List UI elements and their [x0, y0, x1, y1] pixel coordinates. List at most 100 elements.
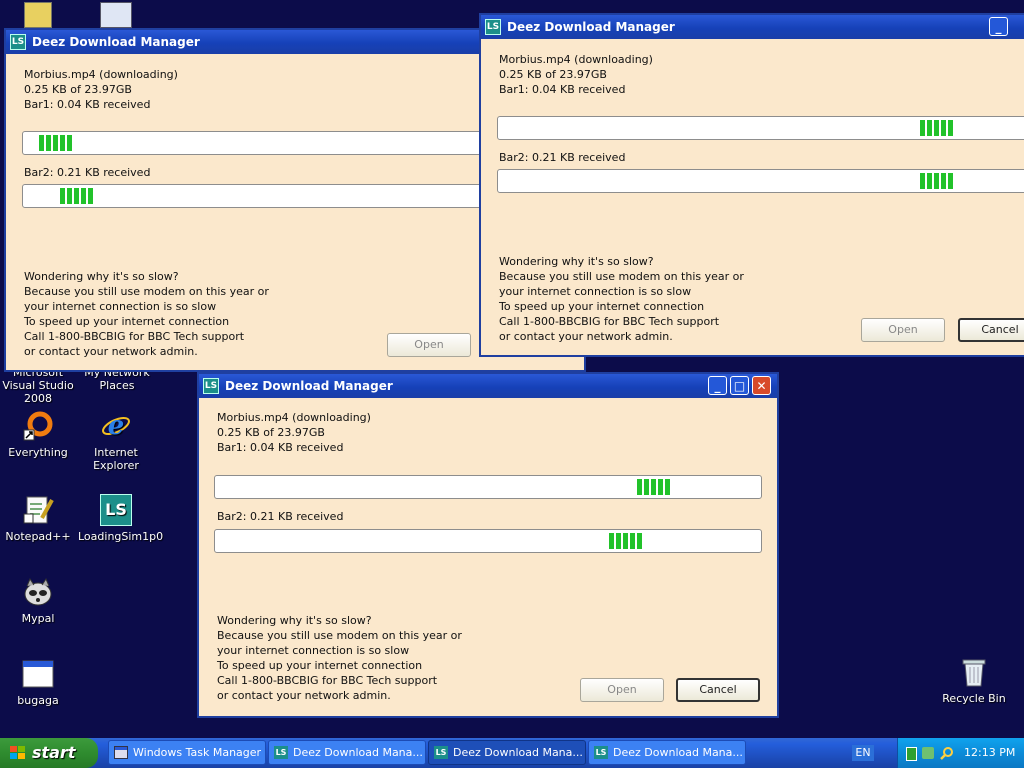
application-window-icon — [22, 658, 54, 690]
svg-text:e: e — [108, 411, 125, 441]
windows-logo-icon — [10, 746, 25, 759]
message-line: Call 1-800-BBCBIG for BBC Tech support — [499, 315, 720, 328]
message-line: or contact your network admin. — [24, 345, 198, 358]
cancel-button[interactable]: Cancel — [958, 318, 1024, 342]
message-line: Because you still use modem on this year… — [24, 285, 269, 298]
icon-label: LoadingSim1p0 — [78, 530, 164, 543]
window-content: Morbius.mp4 (downloading) 0.25 KB of 23.… — [199, 398, 777, 716]
icon-label: bugaga — [17, 694, 59, 707]
open-button[interactable]: Open — [387, 333, 471, 357]
bar1-label: Bar1: 0.04 KB received — [217, 441, 344, 454]
progress-chunk — [39, 135, 73, 151]
message-line: Wondering why it's so slow? — [24, 270, 179, 283]
window-title: Deez Download Manager — [507, 20, 675, 34]
language-indicator[interactable]: EN — [852, 745, 874, 761]
app-icon: LS — [203, 378, 219, 394]
bar1-label: Bar1: 0.04 KB received — [499, 83, 626, 96]
start-button[interactable]: start — [0, 738, 98, 768]
size-status: 0.25 KB of 23.97GB — [24, 83, 132, 96]
open-button[interactable]: Open — [861, 318, 945, 342]
desktop-icon-bugaga[interactable]: bugaga — [0, 658, 76, 707]
progress-chunk — [637, 479, 671, 495]
size-status: 0.25 KB of 23.97GB — [217, 426, 325, 439]
search-icon[interactable] — [940, 746, 954, 760]
window-title: Deez Download Manager — [32, 35, 200, 49]
maximize-button[interactable]: □ — [730, 376, 749, 395]
icon-label: Everything — [8, 446, 68, 459]
task-label: Windows Task Manager — [133, 746, 262, 759]
title-bar[interactable]: LS Deez Download Manager _ □ ✕ — [199, 374, 777, 398]
tray-status-icon[interactable] — [906, 747, 917, 761]
progress-bar-2 — [214, 529, 762, 553]
taskbar-item-task-manager[interactable]: Windows Task Manager — [108, 740, 266, 765]
progress-chunk — [60, 188, 94, 204]
desktop-icon-internet-explorer[interactable]: e Internet Explorer — [78, 410, 154, 472]
everything-icon — [22, 410, 54, 442]
file-status: Morbius.mp4 (downloading) — [217, 411, 371, 424]
message-line: To speed up your internet connection — [24, 315, 230, 328]
task-label: Deez Download Mana... — [613, 746, 743, 759]
message-line: Wondering why it's so slow? — [217, 614, 372, 627]
progress-chunk — [920, 120, 954, 136]
tray-network-icon[interactable] — [922, 747, 934, 759]
message-line: or contact your network admin. — [217, 689, 391, 702]
open-button[interactable]: Open — [580, 678, 664, 702]
desktop-icon-notepadpp[interactable]: Notepad++ — [0, 494, 76, 543]
message-line: Call 1-800-BBCBIG for BBC Tech support — [24, 330, 245, 343]
system-tray: 12:13 PM — [897, 738, 1024, 768]
taskbar-item-download-manager-3[interactable]: LS Deez Download Mana... — [588, 740, 746, 765]
task-label: Deez Download Mana... — [453, 746, 583, 759]
desktop-icon-recycle-bin[interactable]: Recycle Bin — [936, 656, 1012, 705]
app-icon: LS — [10, 34, 26, 50]
message-line: your internet connection is so slow — [499, 285, 692, 298]
file-status: Morbius.mp4 (downloading) — [499, 53, 653, 66]
bar2-label: Bar2: 0.21 KB received — [24, 166, 151, 179]
icon-label: Recycle Bin — [942, 692, 1006, 705]
icon-label: Internet Explorer — [93, 446, 139, 472]
progress-bar-1 — [497, 116, 1024, 140]
progress-chunk — [609, 533, 643, 549]
taskbar-item-download-manager-2[interactable]: LS Deez Download Mana... — [428, 740, 586, 765]
bar1-label: Bar1: 0.04 KB received — [24, 98, 151, 111]
message-line: Call 1-800-BBCBIG for BBC Tech support — [217, 674, 438, 687]
download-window-3[interactable]: LS Deez Download Manager _ □ ✕ Morbius.m… — [197, 372, 779, 718]
loadingsim-icon: LS — [274, 746, 288, 759]
loadingsim-icon: LS — [434, 746, 448, 759]
message-line: Wondering why it's so slow? — [499, 255, 654, 268]
recycle-bin-icon — [958, 656, 990, 688]
clock[interactable]: 12:13 PM — [964, 738, 1015, 768]
icon-label: Notepad++ — [5, 530, 71, 543]
cancel-button[interactable]: Cancel — [676, 678, 760, 702]
internet-explorer-icon: e — [100, 410, 132, 442]
taskbar: start Windows Task Manager LS Deez Downl… — [0, 738, 1024, 768]
icon-label: Mypal — [21, 612, 55, 625]
raccoon-icon — [22, 576, 54, 608]
close-button[interactable]: ✕ — [752, 376, 771, 395]
window-content: Morbius.mp4 (downloading) 0.25 KB of 23.… — [481, 39, 1024, 355]
desktop-icon-mypal[interactable]: Mypal — [0, 576, 76, 625]
download-window-2[interactable]: LS Deez Download Manager _ Morbius.mp4 (… — [479, 13, 1024, 357]
desktop-icon-everything[interactable]: Everything — [0, 410, 76, 459]
title-bar[interactable]: LS Deez Download Manager _ — [481, 15, 1024, 39]
window-title: Deez Download Manager — [225, 379, 393, 393]
minimize-button[interactable]: _ — [708, 376, 727, 395]
message-line: Because you still use modem on this year… — [499, 270, 744, 283]
desktop-icon-loadingsim[interactable]: LS LoadingSim1p0 — [78, 494, 164, 543]
message-line: To speed up your internet connection — [217, 659, 423, 672]
notepadpp-icon — [22, 494, 54, 526]
minimize-button[interactable]: _ — [989, 17, 1008, 36]
loadingsim-icon: LS — [594, 746, 608, 759]
bar2-label: Bar2: 0.21 KB received — [499, 151, 626, 164]
task-manager-icon — [114, 746, 128, 759]
settings-window-icon — [100, 2, 132, 28]
app-icon: LS — [485, 19, 501, 35]
message-line: your internet connection is so slow — [217, 644, 410, 657]
bar2-label: Bar2: 0.21 KB received — [217, 510, 344, 523]
progress-bar-2 — [497, 169, 1024, 193]
start-label: start — [32, 743, 76, 762]
message-line: To speed up your internet connection — [499, 300, 705, 313]
taskbar-item-download-manager-1[interactable]: LS Deez Download Mana... — [268, 740, 426, 765]
calendar-icon — [24, 2, 52, 28]
task-label: Deez Download Mana... — [293, 746, 423, 759]
message-line: or contact your network admin. — [499, 330, 673, 343]
